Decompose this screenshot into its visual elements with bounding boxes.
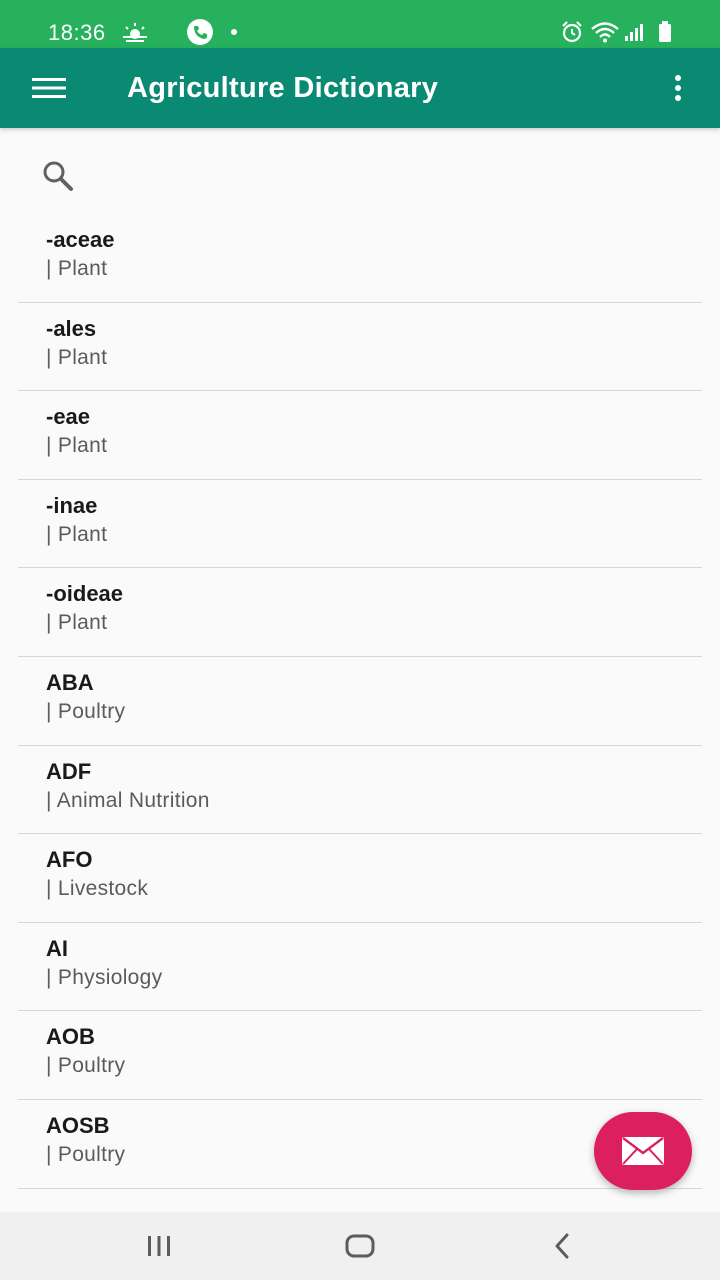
recent-apps-button[interactable]: [139, 1230, 179, 1262]
status-time: 18:36: [48, 20, 106, 45]
list-item[interactable]: -aceae | Plant: [18, 214, 702, 303]
signal-icon: [624, 18, 646, 46]
term-name: -aceae: [46, 227, 115, 252]
term-name: ADF: [46, 758, 92, 784]
search-bar: [0, 128, 720, 218]
wifi-icon: [590, 18, 620, 46]
recent-apps-icon: [148, 1236, 170, 1256]
list-item[interactable]: ADF | Animal Nutrition: [18, 746, 702, 835]
term-name: ABA: [46, 669, 94, 695]
list-item[interactable]: AI | Physiology: [18, 923, 702, 1012]
menu-button[interactable]: [20, 64, 78, 112]
term-category: | Animal Nutrition: [46, 788, 210, 812]
hamburger-menu-icon: [32, 78, 66, 98]
term-category: | Poultry: [46, 1054, 126, 1078]
phone-call-icon: [186, 18, 214, 46]
term-category: | Plant: [46, 257, 108, 280]
notification-dot-icon: [230, 18, 238, 46]
list-item[interactable]: -oideae | Plant: [18, 568, 702, 657]
term-category: | Poultry: [46, 1142, 126, 1166]
term-name: -oideae: [46, 581, 124, 607]
term-name: AOSB: [46, 1112, 110, 1138]
list-item[interactable]: -eae | Plant: [18, 391, 702, 480]
search-icon[interactable]: [40, 158, 76, 194]
list-item[interactable]: AOB | Poultry: [18, 1011, 702, 1100]
term-name: AI: [46, 935, 68, 961]
app-title: Agriculture Dictionary: [127, 72, 439, 104]
list-item[interactable]: -inae | Plant: [18, 480, 702, 569]
term-category: | Plant: [46, 434, 108, 458]
list-item[interactable]: -ales | Plant: [18, 303, 702, 392]
term-category: | Physiology: [46, 965, 163, 989]
back-icon: [555, 1233, 569, 1259]
term-name: AFO: [46, 847, 93, 873]
term-category: | Livestock: [46, 877, 149, 901]
back-button[interactable]: [542, 1230, 582, 1262]
battery-icon: [658, 18, 672, 46]
more-vertical-icon: [675, 75, 681, 101]
list-item[interactable]: ABA | Poultry: [18, 657, 702, 746]
term-category: | Plant: [46, 522, 108, 546]
term-category: | Plant: [46, 345, 108, 369]
weather-icon: [122, 18, 148, 46]
home-button[interactable]: [340, 1230, 380, 1262]
status-bar: 18:36: [0, 0, 720, 48]
term-name: -eae: [46, 404, 91, 430]
term-name: AOB: [46, 1024, 95, 1050]
mail-icon: [622, 1137, 664, 1165]
list-item[interactable]: AFO | Livestock: [18, 834, 702, 923]
term-name: -ales: [46, 315, 97, 341]
home-icon: [345, 1234, 375, 1258]
term-list: -aceae | Plant -ales | Plant -eae | Plan…: [0, 214, 720, 1189]
term-category: | Poultry: [46, 699, 126, 723]
app-bar: Agriculture Dictionary: [0, 48, 720, 128]
term-category: | Plant: [46, 611, 108, 635]
term-name: -inae: [46, 492, 98, 518]
mail-fab-button[interactable]: [594, 1112, 692, 1190]
overflow-menu-button[interactable]: [656, 64, 700, 112]
navigation-bar: [0, 1212, 720, 1280]
search-input[interactable]: [90, 152, 690, 198]
alarm-icon: [560, 18, 584, 46]
